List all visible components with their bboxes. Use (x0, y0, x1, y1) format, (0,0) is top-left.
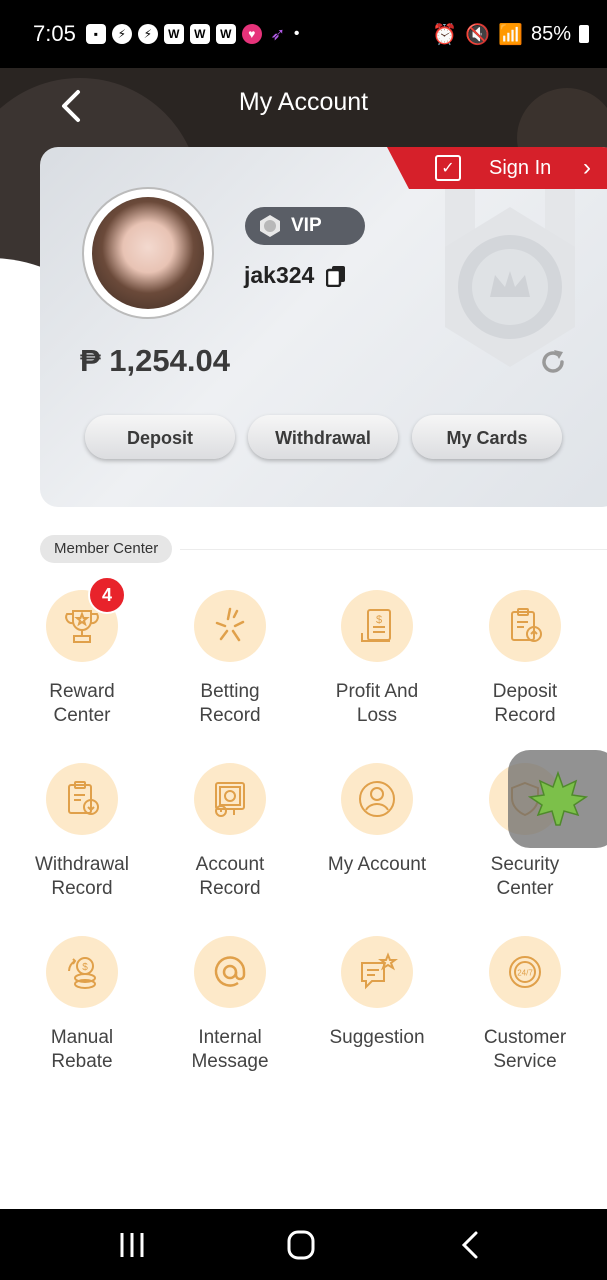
page-title: My Account (238, 88, 369, 116)
clipboard-download-icon (68, 781, 99, 815)
grid-item-customer-service[interactable]: 24/7 Customer Service (451, 936, 599, 1074)
support-24-7-icon: 24/7 (509, 956, 541, 988)
member-center-title: Member Center (40, 535, 173, 563)
messenger-icon: ⚡ (137, 24, 158, 44)
betting-record-icon-wrap (194, 590, 266, 662)
grid-item-account-record[interactable]: Account Record (156, 763, 304, 901)
message-icon: ▪ (85, 24, 106, 44)
my-account-icon-wrap (341, 763, 413, 835)
divider (180, 549, 607, 550)
back-nav-button[interactable] (452, 1227, 492, 1263)
receipt-icon: $ (361, 609, 391, 642)
app-icon: W (189, 24, 210, 44)
status-bar: 7:05 ▪ ⚡ ⚡ W W W ♥ ➶ • ⏰ 🔇 📶 85% (0, 0, 607, 68)
reward-center-icon-wrap: 4 (46, 576, 126, 662)
deposit-record-icon-wrap (489, 590, 561, 662)
system-nav-bar (0, 1209, 607, 1280)
grid-item-manual-rebate[interactable]: $ Manual Rebate (8, 936, 156, 1074)
coins-icon: $ (68, 957, 96, 989)
status-time: 7:05 (33, 21, 76, 46)
sign-in-button[interactable]: ✓ Sign In › (387, 147, 607, 189)
vip-medal-icon (260, 215, 280, 237)
account-card: ✓ Sign In › VIP jak324 ₱ 1,254.04 Deposi… (40, 147, 607, 507)
mute-icon: 🔇 (465, 23, 491, 46)
grid-item-label: Internal Message (191, 1027, 269, 1072)
grid-item-withdrawal-record[interactable]: Withdrawal Record (8, 763, 156, 901)
svg-text:$: $ (82, 962, 88, 973)
username-text: jak324 (244, 262, 315, 288)
internal-message-icon-wrap (194, 936, 266, 1008)
user-icon (359, 781, 395, 817)
balance: ₱ 1,254.04 (80, 343, 230, 378)
app-icon: ♥ (241, 24, 262, 44)
copy-icon[interactable] (326, 265, 346, 287)
notification-icons: ▪ ⚡ ⚡ W W W ♥ ➶ • (85, 24, 300, 44)
grid-item-label: Profit And Loss (335, 681, 419, 726)
chevron-right-icon: › (583, 154, 591, 181)
app-icon: W (215, 24, 236, 44)
customer-service-icon-wrap: 24/7 (489, 936, 561, 1008)
manual-rebate-icon-wrap: $ (46, 936, 118, 1008)
withdrawal-record-icon-wrap (46, 763, 118, 835)
profit-loss-icon-wrap: $ (341, 590, 413, 662)
vip-badge[interactable]: VIP (245, 207, 365, 245)
grid-item-suggestion[interactable]: Suggestion (303, 936, 451, 1050)
battery-icon (579, 25, 589, 43)
floating-leaf-button[interactable] (508, 750, 607, 848)
grid-item-profit-and-loss[interactable]: $ Profit And Loss (303, 590, 451, 728)
at-icon (214, 956, 246, 987)
app-icon: ➶ (270, 24, 286, 44)
svg-text:$: $ (376, 614, 382, 626)
wifi-icon: 📶 (498, 23, 523, 46)
account-record-icon-wrap (194, 763, 266, 835)
recent-apps-button[interactable] (112, 1227, 152, 1263)
maple-leaf-icon (528, 771, 588, 826)
grid-item-label: Security Center (490, 854, 560, 899)
sign-in-label: Sign In (489, 156, 552, 179)
deposit-button[interactable]: Deposit (85, 415, 235, 459)
grid-item-deposit-record[interactable]: Deposit Record (451, 590, 599, 728)
app-icon: W (163, 24, 184, 44)
grid-item-betting-record[interactable]: Betting Record (156, 590, 304, 728)
safe-icon (215, 782, 245, 817)
battery-percent: 85% (530, 22, 571, 45)
reward-count-badge: 4 (88, 576, 126, 614)
grid-item-label: Betting Record (199, 681, 261, 726)
clipboard-upload-icon (511, 608, 542, 642)
username: jak324 (244, 262, 346, 289)
grid-item-label: My Account (327, 854, 427, 875)
grid-item-label: Customer Service (483, 1027, 567, 1072)
refresh-icon[interactable] (538, 347, 568, 377)
grid-item-label: Reward Center (49, 681, 115, 726)
grid-item-label: Suggestion (329, 1027, 425, 1048)
more-dot-icon: • (293, 25, 300, 42)
avatar[interactable] (82, 187, 214, 319)
system-status: ⏰ 🔇 📶 85% (432, 22, 589, 47)
grid-item-label: Account Record (195, 854, 265, 899)
grid-item-label: Deposit Record (492, 681, 558, 726)
avatar-photo (92, 197, 204, 309)
suggestion-icon-wrap (341, 936, 413, 1008)
my-cards-button[interactable]: My Cards (412, 415, 562, 459)
alarm-icon: ⏰ (432, 23, 458, 46)
chat-star-icon (361, 952, 398, 990)
grid-item-my-account[interactable]: My Account (303, 763, 451, 877)
vip-label: VIP (291, 215, 322, 236)
checkbox-icon: ✓ (435, 155, 461, 181)
grid-item-label: Withdrawal Record (35, 854, 129, 899)
sparkle-icon (215, 607, 245, 642)
svg-text:24/7: 24/7 (517, 969, 533, 978)
grid-item-internal-message[interactable]: Internal Message (156, 936, 304, 1074)
withdrawal-button[interactable]: Withdrawal (248, 415, 398, 459)
grid-item-reward-center[interactable]: 4 Reward Center (8, 576, 156, 728)
grid-item-label: Manual Rebate (50, 1027, 114, 1072)
messenger-icon: ⚡ (111, 24, 132, 44)
home-button[interactable] (281, 1227, 321, 1263)
